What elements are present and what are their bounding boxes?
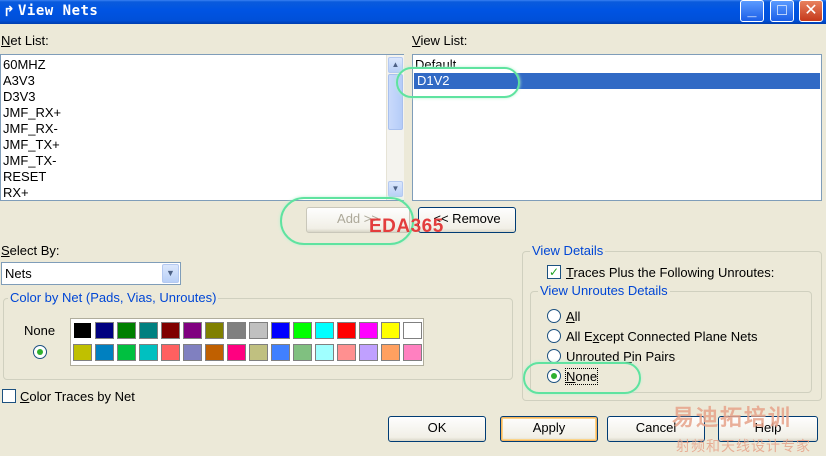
color-none-label: None [24, 323, 56, 338]
color-swatch[interactable] [381, 344, 400, 361]
net-list-item[interactable]: D3V3 [3, 89, 36, 105]
color-swatch[interactable] [403, 322, 422, 339]
color-swatch[interactable] [403, 344, 422, 361]
net-list-item[interactable]: JMF_TX+ [3, 137, 60, 153]
color-traces-checkbox[interactable] [2, 389, 16, 403]
color-swatch[interactable] [73, 322, 92, 339]
color-swatch[interactable] [139, 344, 158, 361]
color-swatch[interactable] [95, 344, 114, 361]
traces-plus-label: Traces Plus the Following Unroutes: [566, 265, 775, 280]
color-swatch[interactable] [205, 322, 224, 339]
net-list-item[interactable]: RESET [3, 169, 46, 185]
highlight-ellipse-none [523, 362, 641, 394]
net-list-item[interactable]: 60MHZ [3, 57, 46, 73]
view-details-title: View Details [530, 243, 606, 258]
ok-button[interactable]: OK [388, 416, 486, 442]
select-by-label: Select By: [1, 243, 60, 258]
color-swatch[interactable] [249, 322, 268, 339]
color-swatch[interactable] [183, 344, 202, 361]
unroutes-details-title: View Unroutes Details [538, 283, 670, 298]
unroute-option-radio[interactable] [547, 349, 561, 363]
select-by-dropdown[interactable]: Nets ▼ [1, 262, 181, 285]
net-list[interactable]: 60MHZ A3V3 D3V3 JMF_RX+ JMF_RX- JMF_TX+ JMF_TX… [0, 54, 404, 201]
select-by-value: Nets [5, 266, 32, 281]
maximize-button[interactable]: □ [770, 0, 794, 22]
unroute-option-label: All Except Connected Plane Nets [566, 329, 758, 344]
title-bar[interactable]: ↱ View Nets _ □ ✕ [0, 0, 826, 24]
radio-selected-dot [37, 349, 43, 355]
color-swatch[interactable] [117, 322, 136, 339]
net-list-item[interactable]: A3V3 [3, 73, 35, 89]
color-swatch[interactable] [249, 344, 268, 361]
color-swatch[interactable] [293, 344, 312, 361]
color-swatch[interactable] [183, 322, 202, 339]
color-swatch[interactable] [293, 322, 312, 339]
color-none-radio[interactable] [33, 345, 47, 359]
traces-plus-checkbox[interactable]: ✓ [547, 265, 561, 279]
color-swatch[interactable] [337, 344, 356, 361]
net-list-item[interactable]: RX+ [3, 185, 29, 201]
app-icon: ↱ [3, 3, 15, 19]
apply-button[interactable]: Apply [500, 416, 598, 442]
close-button[interactable]: ✕ [799, 0, 823, 22]
color-swatch[interactable] [139, 322, 158, 339]
color-swatch[interactable] [227, 322, 246, 339]
net-list-item[interactable]: JMF_RX+ [3, 105, 61, 121]
color-swatch[interactable] [161, 344, 180, 361]
minimize-icon: _ [747, 2, 757, 19]
net-list-item[interactable]: JMF_TX- [3, 153, 56, 169]
color-swatch[interactable] [95, 322, 114, 339]
color-swatch[interactable] [271, 322, 290, 339]
color-swatch[interactable] [205, 344, 224, 361]
minimize-button[interactable]: _ [740, 0, 764, 22]
unroute-option-label: All [566, 309, 581, 324]
close-icon: ✕ [804, 2, 818, 19]
net-list-label: Net List: [1, 33, 49, 48]
net-list-item[interactable]: JMF_RX- [3, 121, 58, 137]
color-palette [70, 318, 424, 366]
view-list-label: View List: [412, 33, 468, 48]
color-by-net-title: Color by Net (Pads, Vias, Unroutes) [8, 290, 219, 305]
color-swatch[interactable] [117, 344, 136, 361]
highlight-ellipse-d1v2 [396, 67, 520, 98]
color-swatch[interactable] [359, 344, 378, 361]
window-title: View Nets [18, 3, 99, 19]
color-swatch[interactable] [381, 322, 400, 339]
color-swatch[interactable] [337, 322, 356, 339]
watermark-cn-main: 易迪拓培训 [672, 405, 793, 430]
scroll-down-icon[interactable]: ▼ [388, 181, 403, 197]
color-traces-label: Color Traces by Net [20, 389, 135, 404]
color-swatch[interactable] [271, 344, 290, 361]
unroute-option-radio[interactable] [547, 309, 561, 323]
watermark-eda365: EDA365 [369, 216, 444, 237]
chevron-down-icon[interactable]: ▼ [162, 264, 179, 283]
color-swatch[interactable] [161, 322, 180, 339]
color-swatch[interactable] [359, 322, 378, 339]
color-swatch[interactable] [315, 322, 334, 339]
color-swatch[interactable] [73, 344, 92, 361]
color-swatch[interactable] [315, 344, 334, 361]
checkmark-icon: ✓ [548, 265, 560, 279]
unroute-option-radio[interactable] [547, 329, 561, 343]
color-swatch[interactable] [227, 344, 246, 361]
watermark-cn-sub: 射频和天线设计专家 [676, 438, 811, 454]
maximize-icon: □ [777, 2, 787, 19]
